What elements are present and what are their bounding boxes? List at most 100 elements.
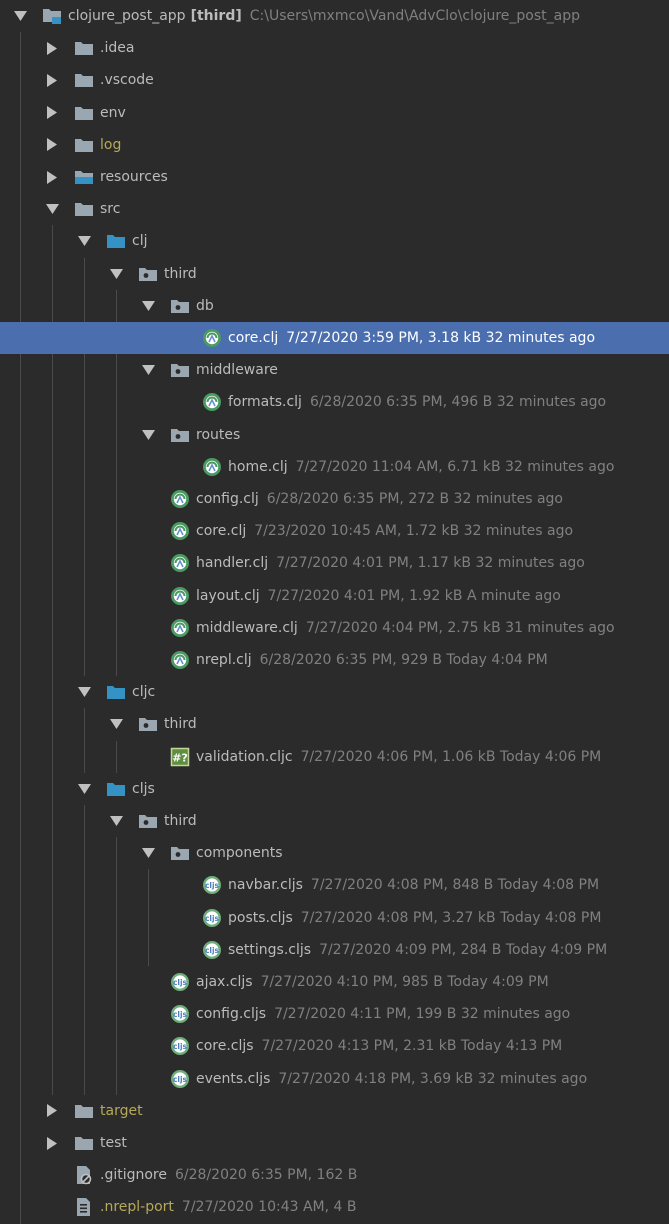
expanded-arrow-icon[interactable] <box>12 8 28 24</box>
resources-folder-icon <box>74 167 94 187</box>
tree-item-name: core.clj <box>228 330 279 346</box>
clojurescript-file-icon: cljs <box>202 875 222 895</box>
tree-folder-row[interactable]: middleware <box>0 354 669 386</box>
tree-file-row[interactable]: cljs posts.cljs 7/27/2020 4:08 PM, 3.27 kB… <box>0 902 669 934</box>
tree-item-name: log <box>100 136 122 153</box>
collapsed-arrow-icon[interactable] <box>44 1103 60 1119</box>
collapsed-arrow-icon[interactable] <box>44 105 60 121</box>
folder-icon <box>74 38 94 58</box>
tree-item-details: 7/27/2020 4:08 PM, 3.27 kB Today 4:08 PM <box>300 909 602 926</box>
tree-folder-row[interactable]: .idea <box>0 32 669 64</box>
tree-folder-row[interactable]: routes <box>0 419 669 451</box>
svg-text:cljs: cljs <box>173 1075 188 1084</box>
tree-file-row[interactable]: cljs settings.cljs 7/27/2020 4:09 PM, 284 … <box>0 934 669 966</box>
tree-folder-row[interactable]: clojure_post_app [third] C:\Users\mxmco\Va… <box>0 0 669 32</box>
tree-file-row[interactable]: core.clj 7/23/2020 10:45 AM, 1.72 kB 32 m… <box>0 515 669 547</box>
tree-item-name: config.cljs <box>196 1006 267 1023</box>
source-folder-icon <box>106 682 126 702</box>
expanded-arrow-icon[interactable] <box>108 266 124 282</box>
tree-file-row[interactable]: #? validation.cljc 7/27/2020 4:06 PM, 1.06… <box>0 741 669 773</box>
tree-folder-row[interactable]: third <box>0 708 669 740</box>
tree-folder-row[interactable]: src <box>0 193 669 225</box>
tree-file-row[interactable]: nrepl.clj 6/28/2020 6:35 PM, 929 B Today … <box>0 644 669 676</box>
tree-file-row[interactable]: cljs core.cljs 7/27/2020 4:13 PM, 2.31 kB … <box>0 1030 669 1062</box>
svg-text:cljs: cljs <box>173 978 188 987</box>
tree-item-details: 7/27/2020 4:08 PM, 848 B Today 4:08 PM <box>310 877 600 894</box>
expanded-arrow-icon[interactable] <box>76 233 92 249</box>
tree-folder-row[interactable]: env <box>0 97 669 129</box>
clojure-file-icon <box>170 521 190 541</box>
folder-icon <box>74 70 94 90</box>
tree-item-name: layout.clj <box>196 587 260 604</box>
collapsed-arrow-icon[interactable] <box>44 1135 60 1151</box>
expanded-arrow-icon[interactable] <box>140 362 156 378</box>
tree-folder-row[interactable]: test <box>0 1127 669 1159</box>
tree-folder-row[interactable]: third <box>0 805 669 837</box>
tree-file-row[interactable]: .gitignore 6/28/2020 6:35 PM, 162 B <box>0 1159 669 1191</box>
collapsed-arrow-icon[interactable] <box>44 72 60 88</box>
clojure-file-icon <box>202 392 222 412</box>
tree-folder-row[interactable]: db <box>0 290 669 322</box>
tree-file-row[interactable]: cljs navbar.cljs 7/27/2020 4:08 PM, 848 B … <box>0 869 669 901</box>
tree-folder-row[interactable]: log <box>0 129 669 161</box>
expanded-arrow-icon[interactable] <box>76 684 92 700</box>
tree-item-details: 7/27/2020 11:04 AM, 6.71 kB 32 minutes a… <box>295 458 615 475</box>
expanded-arrow-icon[interactable] <box>76 781 92 797</box>
clojurescript-file-icon: cljs <box>202 940 222 960</box>
tree-item-name: validation.cljc <box>196 748 293 765</box>
tree-item-details: 7/27/2020 3:59 PM, 3.18 kB 32 minutes ag… <box>286 330 596 346</box>
tree-file-row[interactable]: core.clj 7/27/2020 3:59 PM, 3.18 kB 32 mi… <box>0 322 669 354</box>
tree-item-name: formats.clj <box>228 394 302 411</box>
tree-item-name: events.cljs <box>196 1070 271 1087</box>
tree-folder-row[interactable]: cljs <box>0 773 669 805</box>
tree-folder-row[interactable]: resources <box>0 161 669 193</box>
tree-item-details: C:\Users\mxmco\Vand\AdvClo\clojure_post_… <box>249 8 580 24</box>
expanded-arrow-icon[interactable] <box>140 845 156 861</box>
expanded-arrow-icon[interactable] <box>140 298 156 314</box>
tree-item-name: target <box>100 1102 143 1119</box>
tree-item-name: clojure_post_app <box>68 8 186 24</box>
svg-text:cljs: cljs <box>205 881 220 890</box>
package-icon <box>170 843 190 863</box>
tree-item-details: 7/27/2020 4:06 PM, 1.06 kB Today 4:06 PM <box>300 748 602 765</box>
tree-file-row[interactable]: handler.clj 7/27/2020 4:01 PM, 1.17 kB 32… <box>0 547 669 579</box>
tree-file-row[interactable]: cljs config.cljs 7/27/2020 4:11 PM, 199 B … <box>0 998 669 1030</box>
tree-item-name: posts.cljs <box>228 909 293 926</box>
tree-item-name: third <box>164 265 197 282</box>
tree-file-row[interactable]: middleware.clj 7/27/2020 4:04 PM, 2.75 kB… <box>0 612 669 644</box>
clojure-file-icon <box>170 489 190 509</box>
tree-folder-row[interactable]: third <box>0 258 669 290</box>
tree-file-row[interactable]: home.clj 7/27/2020 11:04 AM, 6.71 kB 32 m… <box>0 451 669 483</box>
tree-folder-row[interactable]: clj <box>0 225 669 257</box>
tree-item-name: .vscode <box>100 72 154 89</box>
tree-item-name: clj <box>132 233 148 250</box>
project-tree: clojure_post_app [third] C:\Users\mxmco\Va… <box>0 0 669 1224</box>
tree-file-row[interactable]: config.clj 6/28/2020 6:35 PM, 272 B 32 mi… <box>0 483 669 515</box>
expanded-arrow-icon[interactable] <box>140 427 156 443</box>
tree-folder-row[interactable]: cljc <box>0 676 669 708</box>
tree-folder-row[interactable]: .vscode <box>0 64 669 96</box>
svg-text:cljs: cljs <box>205 946 220 955</box>
collapsed-arrow-icon[interactable] <box>44 169 60 185</box>
tree-item-details: 7/27/2020 4:09 PM, 284 B Today 4:09 PM <box>319 941 608 958</box>
tree-item-details: 7/27/2020 4:04 PM, 2.75 kB 31 minutes ag… <box>305 619 615 636</box>
tree-file-row[interactable]: formats.clj 6/28/2020 6:35 PM, 496 B 32 m… <box>0 386 669 418</box>
folder-icon <box>74 1101 94 1121</box>
tree-folder-row[interactable]: components <box>0 837 669 869</box>
collapsed-arrow-icon[interactable] <box>44 137 60 153</box>
tree-item-name: settings.cljs <box>228 941 312 958</box>
tree-item-name: .nrepl-port <box>100 1199 174 1216</box>
package-icon <box>138 714 158 734</box>
tree-folder-row[interactable]: target <box>0 1095 669 1127</box>
tree-file-row[interactable]: cljs events.cljs 7/27/2020 4:18 PM, 3.69 k… <box>0 1063 669 1095</box>
expanded-arrow-icon[interactable] <box>108 716 124 732</box>
expanded-arrow-icon[interactable] <box>44 201 60 217</box>
svg-text:#?: #? <box>172 751 188 764</box>
tree-item-name: third <box>164 813 197 829</box>
tree-item-details: 6/28/2020 6:35 PM, 272 B 32 minutes ago <box>266 491 563 507</box>
tree-file-row[interactable]: cljs ajax.cljs 7/27/2020 4:10 PM, 985 B To… <box>0 966 669 998</box>
folder-icon <box>74 199 94 219</box>
collapsed-arrow-icon[interactable] <box>44 40 60 56</box>
expanded-arrow-icon[interactable] <box>108 813 124 829</box>
tree-file-row[interactable]: layout.clj 7/27/2020 4:01 PM, 1.92 kB A m… <box>0 580 669 612</box>
